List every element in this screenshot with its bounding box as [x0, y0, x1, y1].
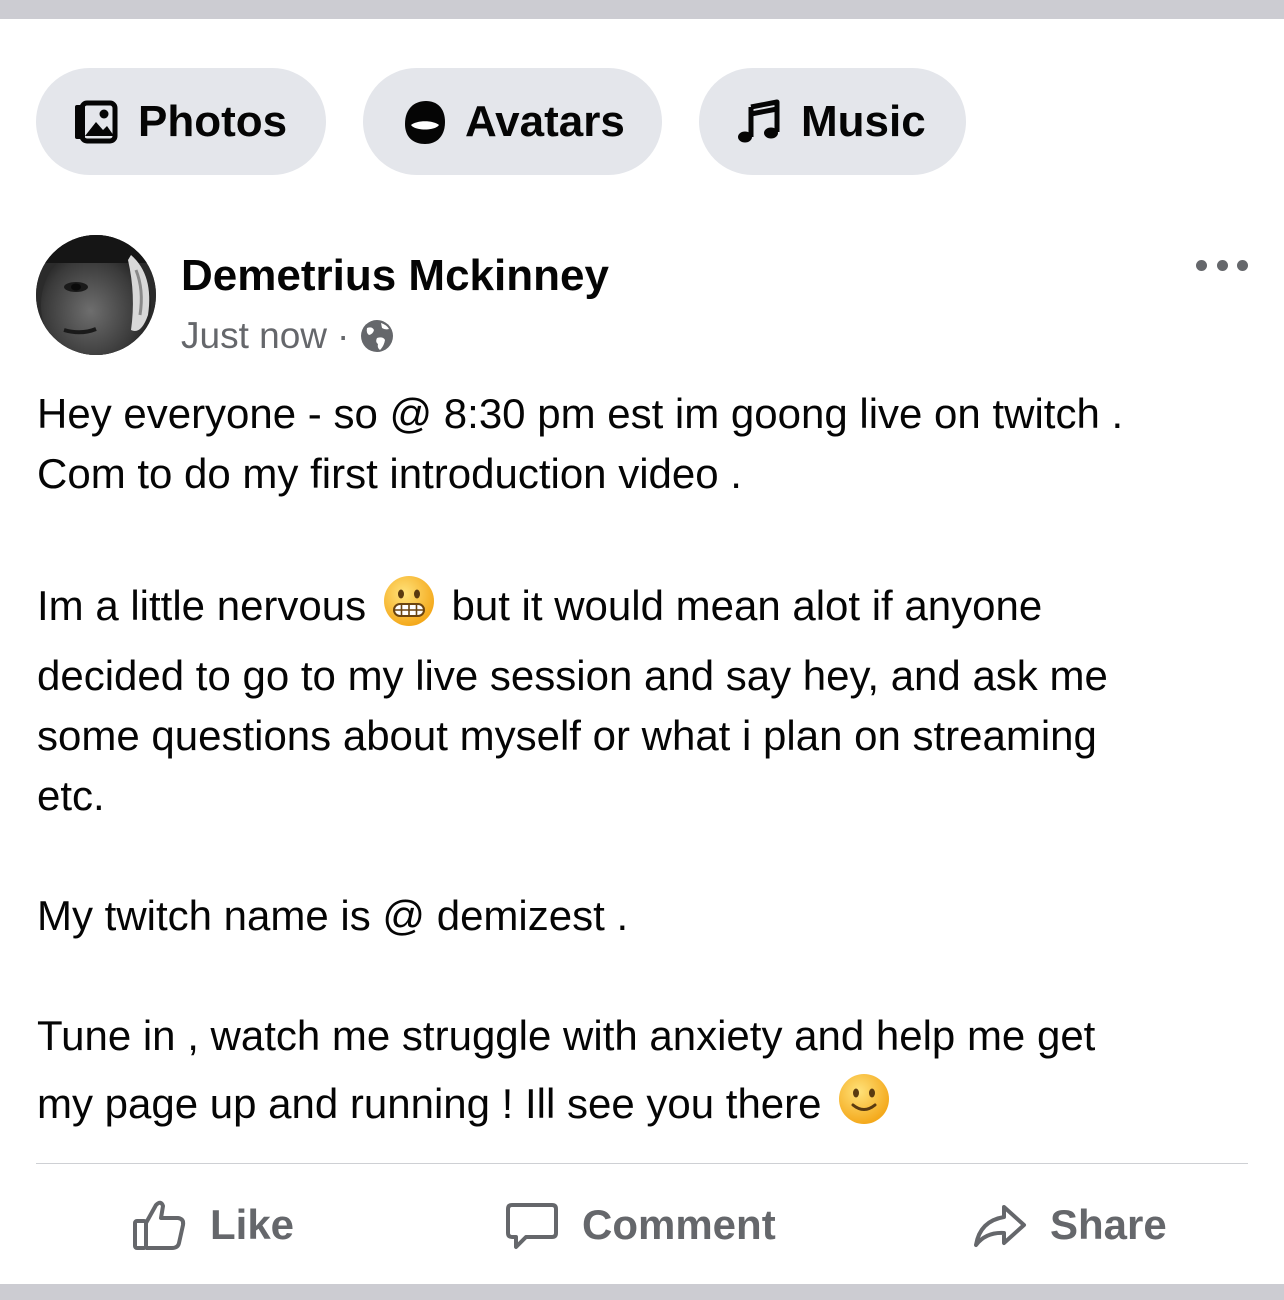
- post-line: Im a little nervous but it would mean al…: [37, 574, 1267, 646]
- slightly-smiling-face-emoji: [837, 1072, 891, 1150]
- share-label: Share: [1050, 1201, 1167, 1248]
- post-line: my page up and running ! Ill see you the…: [37, 1066, 1267, 1150]
- like-label: Like: [210, 1201, 295, 1248]
- share-button[interactable]: Share: [972, 1190, 1167, 1260]
- post-body: Hey everyone - so @ 8:30 pm est im goong…: [37, 384, 1267, 1150]
- like-button[interactable]: Like: [132, 1190, 294, 1260]
- comment-button[interactable]: Comment: [504, 1190, 776, 1260]
- avatars-chip-label: Avatars: [465, 96, 625, 146]
- post-timestamp[interactable]: Just now: [181, 315, 327, 357]
- share-arrow-icon: [972, 1197, 1028, 1253]
- post-line: decided to go to my live session and say…: [37, 652, 1108, 699]
- post-line: etc.: [37, 772, 105, 819]
- music-chip-label: Music: [801, 96, 926, 146]
- author-avatar[interactable]: [36, 235, 156, 355]
- photos-icon: [72, 98, 120, 146]
- post-line: Tune in , watch me struggle with anxiety…: [37, 1012, 1096, 1059]
- comment-label: Comment: [582, 1201, 776, 1248]
- post-line: My twitch name is @ demizest .: [37, 892, 629, 939]
- more-dot-icon: [1216, 259, 1228, 271]
- post-actions-bar: Like Comment Share: [36, 1190, 1248, 1260]
- grimacing-face-emoji: [382, 574, 436, 646]
- post-line: Com to do my first introduction video .: [37, 450, 742, 497]
- photos-chip-label: Photos: [138, 96, 288, 146]
- more-dot-icon: [1237, 259, 1248, 271]
- post-text-segment: Im a little nervous: [37, 582, 367, 629]
- more-dot-icon: [1196, 259, 1207, 271]
- post-header: Demetrius Mckinney Just now ·: [36, 235, 1248, 357]
- meta-separator: ·: [337, 315, 350, 356]
- globe-icon[interactable]: [359, 318, 395, 354]
- top-separator-bar: [0, 0, 1284, 19]
- post-text-segment: my page up and running ! Ill see you the…: [37, 1080, 822, 1127]
- music-chip[interactable]: Music: [699, 68, 966, 175]
- media-chip-row: Photos Avatars Music: [36, 68, 966, 175]
- comment-bubble-icon: [504, 1197, 560, 1253]
- avatars-chip[interactable]: Avatars: [363, 68, 662, 175]
- post-meta: Just now ·: [181, 315, 395, 357]
- bottom-separator-bar: [0, 1284, 1284, 1300]
- author-name[interactable]: Demetrius Mckinney: [181, 251, 609, 301]
- avatar-icon: [399, 98, 447, 146]
- thumbs-up-icon: [132, 1197, 188, 1253]
- post-line: Hey everyone - so @ 8:30 pm est im goong…: [37, 390, 1124, 437]
- more-options-button[interactable]: [1196, 255, 1248, 275]
- photos-chip[interactable]: Photos: [36, 68, 326, 175]
- post-text-segment: but it would mean alot if anyone: [451, 582, 1043, 629]
- actions-divider: [36, 1163, 1248, 1164]
- music-note-icon: [735, 98, 783, 146]
- post-line: some questions about myself or what i pl…: [37, 712, 1097, 759]
